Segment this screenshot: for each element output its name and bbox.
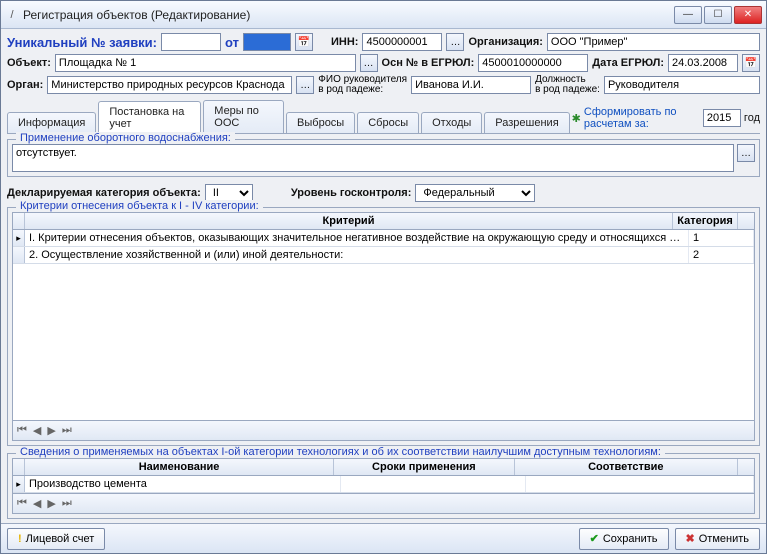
tab-discharges[interactable]: Сбросы [357,112,419,133]
table-row[interactable]: ▸ I. Критерии отнесения объектов, оказыв… [13,230,754,247]
save-button[interactable]: ✔ Сохранить [579,528,669,550]
cancel-icon: ✖ [686,532,695,545]
tab-info[interactable]: Информация [7,112,96,133]
osn-label: Осн № в ЕГРЮЛ: [382,57,475,69]
uniq-label: Уникальный № заявки: [7,35,157,50]
pos-label: Должность в род падеже: [535,75,600,95]
calc-suffix: год [744,112,760,124]
nav-last-icon[interactable]: ⏭ [62,497,72,510]
nav-first-icon[interactable]: ⏮ [17,424,27,437]
row-indicator-icon: ▸ [13,476,25,492]
tab-permits[interactable]: Разрешения [484,112,569,133]
date-egrul-input[interactable] [668,54,738,72]
nav-prev-icon[interactable]: ◀ [33,497,41,510]
maximize-button[interactable]: ☐ [704,6,732,24]
criteria-grid: Критерий Категория ▸ I. Критерии отнесен… [12,212,755,421]
nav-next-icon[interactable]: ▶ [47,424,55,437]
close-button[interactable]: ✕ [734,6,762,24]
pos-input[interactable] [604,76,760,94]
warning-icon: ! [18,533,22,545]
calc-link[interactable]: Сформировать по расчетам за: [584,106,700,130]
oborot-expand-button[interactable]: … [737,144,755,162]
cancel-button[interactable]: ✖ Отменить [675,528,760,550]
criteria-fieldset: Критерии отнесения объекта к I - IV кате… [7,207,760,446]
inn-input[interactable] [362,33,442,51]
organ-lookup-button[interactable]: … [296,76,314,94]
osn-input[interactable] [478,54,588,72]
titlebar: / Регистрация объектов (Редактирование) … [1,1,766,29]
tech-grid: Наименование Сроки применения Соответств… [12,458,755,494]
level-label: Уровень госконтроля: [291,187,412,199]
window: / Регистрация объектов (Редактирование) … [0,0,767,554]
criteria-col-criterion[interactable]: Критерий [25,213,673,229]
criteria-col-category[interactable]: Категория [673,213,738,229]
check-icon: ✔ [590,532,599,545]
inn-lookup-button[interactable]: … [446,33,464,51]
calc-year-input[interactable] [703,109,741,127]
minimize-button[interactable]: — [674,6,702,24]
nav-first-icon[interactable]: ⏮ [17,497,27,510]
tabs: Информация Постановка на учет Меры по ОО… [7,100,760,134]
table-row[interactable]: 2. Осуществление хозяйственной и (или) и… [13,247,754,264]
tab-registration[interactable]: Постановка на учет [98,101,201,134]
oborot-legend: Применение оборотного водоснабжения: [16,132,235,144]
object-input[interactable] [55,54,356,72]
gear-icon: ✱ [572,112,581,125]
nav-prev-icon[interactable]: ◀ [33,424,41,437]
nav-last-icon[interactable]: ⏭ [62,424,72,437]
tech-col-term[interactable]: Сроки применения [334,459,515,475]
criteria-navbar[interactable]: ⏮ ◀ ▶ ⏭ [12,421,755,441]
ot-label: от [225,35,239,50]
tech-fieldset: Сведения о применяемых на объектах I-ой … [7,453,760,519]
oborot-fieldset: Применение оборотного водоснабжения: отс… [7,139,760,177]
nav-next-icon[interactable]: ▶ [47,497,55,510]
criteria-legend: Критерии отнесения объекта к I - IV кате… [16,200,263,212]
org-label: Организация: [468,36,542,48]
date-from-input[interactable] [243,33,291,51]
account-button[interactable]: ! Лицевой счет [7,528,105,550]
date-picker-button[interactable]: 📅 [295,33,313,51]
uniq-input[interactable] [161,33,221,51]
inn-label: ИНН: [331,36,358,48]
tab-emissions[interactable]: Выбросы [286,112,355,133]
tab-oos[interactable]: Меры по ООС [203,100,284,133]
object-lookup-button[interactable]: … [360,54,378,72]
footer: ! Лицевой счет ✔ Сохранить ✖ Отменить [1,523,766,553]
window-title: Регистрация объектов (Редактирование) [23,8,674,22]
fio-label: ФИО руководителя в род падеже: [318,75,407,95]
oborot-textarea[interactable]: отсутствует. [12,144,734,172]
date-egrul-picker[interactable]: 📅 [742,54,760,72]
table-row[interactable]: ▸ Производство цемента [13,476,754,493]
app-icon: / [5,9,19,21]
tech-legend: Сведения о применяемых на объектах I-ой … [16,446,665,458]
level-select[interactable]: Федеральный [415,184,535,202]
organ-input[interactable] [47,76,292,94]
fio-input[interactable] [411,76,531,94]
object-label: Объект: [7,57,51,69]
cat-label: Декларируемая категория объекта: [7,187,201,199]
tech-col-name[interactable]: Наименование [25,459,334,475]
date-egrul-label: Дата ЕГРЮЛ: [592,57,664,69]
row-indicator-icon: ▸ [13,230,25,246]
tech-navbar[interactable]: ⏮ ◀ ▶ ⏭ [12,494,755,514]
tech-col-match[interactable]: Соответствие [515,459,738,475]
organ-label: Орган: [7,79,43,91]
tab-waste[interactable]: Отходы [421,112,482,133]
org-input[interactable] [547,33,760,51]
